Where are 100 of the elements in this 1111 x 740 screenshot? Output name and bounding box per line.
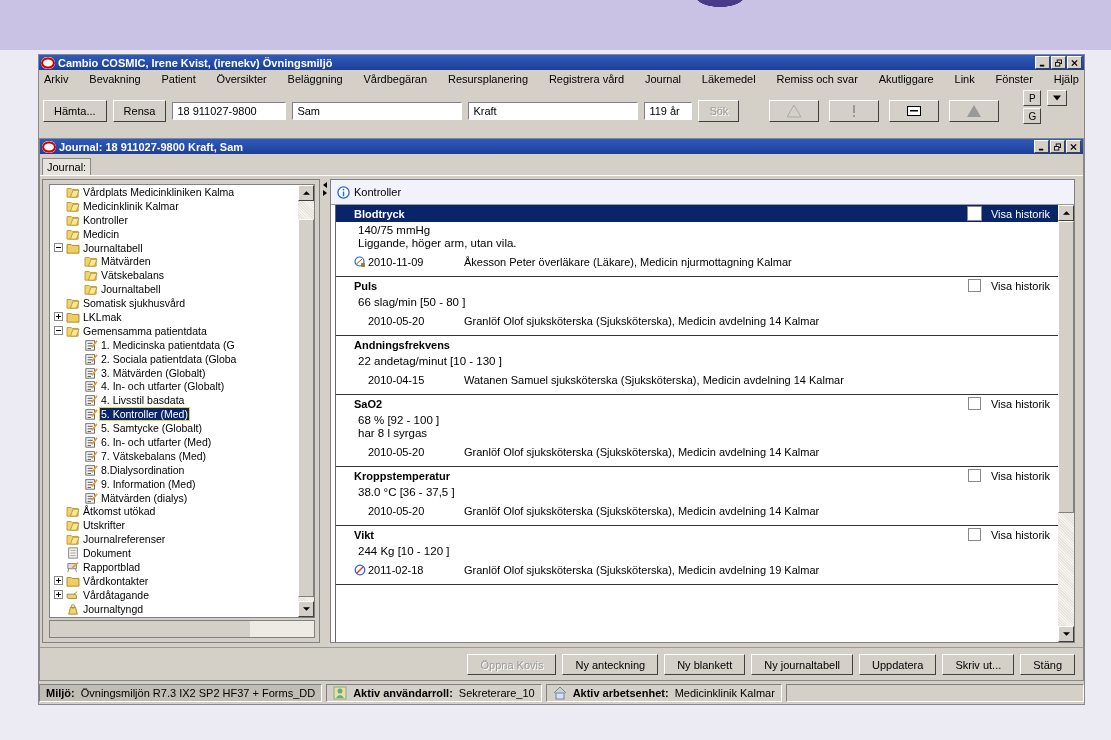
tree-item[interactable]: LKLmak: [82, 310, 123, 323]
tree-item[interactable]: 4. In- och utfarter (Globalt): [100, 380, 226, 393]
warning-icon: [786, 104, 803, 118]
last-name-field[interactable]: Kraft: [468, 102, 639, 120]
history-checkbox[interactable]: [967, 397, 981, 410]
tree-item[interactable]: 4. Livsstil basdata: [100, 394, 186, 407]
tree-item[interactable]: 9. Information (Med): [100, 477, 197, 490]
tree-item[interactable]: Journaltyngd: [82, 602, 145, 615]
tree-item[interactable]: 3. Mätvärden (Globalt): [100, 366, 207, 379]
menu-item[interactable]: Arkiv: [41, 73, 72, 85]
tree-item[interactable]: Mätvärden (dialys): [100, 491, 189, 504]
minimize-button[interactable]: [1035, 56, 1050, 69]
tree-item[interactable]: Utskrifter: [82, 519, 126, 532]
folder-icon: [66, 519, 80, 532]
age-field[interactable]: 119 år: [644, 102, 693, 120]
menu-item[interactable]: Översikter: [213, 73, 270, 85]
action-button[interactable]: Skriv ut...: [942, 654, 1015, 675]
tree-item[interactable]: Kontroller: [82, 213, 129, 226]
action-button[interactable]: Ny journaltabell: [751, 654, 854, 675]
menu-item[interactable]: Beläggning: [284, 73, 346, 85]
tree-item[interactable]: Medicin: [82, 227, 121, 240]
minimize-button[interactable]: [1034, 140, 1049, 153]
close-button[interactable]: [1066, 140, 1081, 153]
side-button[interactable]: P: [1023, 90, 1042, 106]
menu-item[interactable]: Resursplanering: [444, 73, 532, 85]
tree-item[interactable]: Somatisk sjukhusvård: [82, 297, 187, 310]
tree-item[interactable]: 7. Vätskebalans (Med): [100, 449, 208, 462]
tree-item[interactable]: Journaltabell: [100, 283, 162, 296]
action-button[interactable]: Ny blankett: [664, 654, 746, 675]
menu-item[interactable]: Journal: [641, 73, 684, 85]
dropdown-button[interactable]: [1047, 90, 1068, 106]
entry-name: Andningsfrekvens: [354, 338, 450, 351]
tree-item[interactable]: 5. Kontroller (Med): [100, 408, 189, 421]
journal-tab[interactable]: Journal:: [42, 158, 92, 175]
tree-item[interactable]: Rapportblad: [82, 561, 142, 573]
side-button[interactable]: G: [1023, 108, 1042, 124]
horizontal-scrollbar[interactable]: [49, 620, 315, 638]
scroll-down-icon[interactable]: [302, 607, 310, 611]
tree-item[interactable]: Journaltabell: [82, 241, 144, 254]
menu-item[interactable]: Patient: [158, 73, 199, 85]
tree-item[interactable]: 1. Medicinska patientdata (G: [100, 338, 236, 351]
menu-item[interactable]: Läkemedel: [698, 73, 759, 85]
tree-item[interactable]: 6. In- och utfarter (Med): [100, 435, 213, 448]
menu-item[interactable]: Link: [951, 73, 978, 85]
expand-icon[interactable]: [54, 312, 63, 322]
entry-header[interactable]: Blodtryck Visa historik: [336, 205, 1058, 222]
scrollbar[interactable]: [1058, 205, 1074, 642]
menu-item[interactable]: Fönster: [992, 73, 1036, 85]
alert-button[interactable]: [829, 100, 880, 122]
tree-item[interactable]: Dokument: [82, 547, 132, 560]
entry-header[interactable]: Puls Visa historik: [336, 277, 1058, 294]
history-checkbox[interactable]: [967, 279, 981, 292]
scrollbar[interactable]: [298, 185, 314, 617]
caution-button[interactable]: [949, 100, 1000, 122]
tree-item[interactable]: 8.Dialysordination: [100, 463, 186, 476]
tree-item[interactable]: 5. Samtycke (Globalt): [100, 422, 203, 435]
scroll-up-icon[interactable]: [1062, 211, 1070, 215]
entry-header[interactable]: Vikt Visa historik: [336, 526, 1058, 543]
clear-button[interactable]: Rensa: [112, 100, 167, 122]
entry-header[interactable]: Kroppstemperatur Visa historik: [336, 467, 1058, 484]
personal-number-field[interactable]: 18 911027-9800: [172, 102, 287, 120]
entry-header[interactable]: Andningsfrekvens: [336, 336, 1058, 353]
tree-item[interactable]: Åtkomst utökad: [82, 505, 157, 518]
tree-item[interactable]: Vårdåtagande: [82, 588, 150, 601]
splitter-arrows-icon[interactable]: [322, 181, 328, 197]
tree-item[interactable]: Gemensamma patientdata: [82, 324, 208, 337]
menu-item[interactable]: Vårdbegäran: [360, 73, 431, 85]
collapse-icon[interactable]: [54, 243, 63, 252]
scroll-up-icon[interactable]: [302, 191, 310, 195]
tree-item[interactable]: Vätskebalans: [100, 269, 166, 282]
restore-button[interactable]: [1051, 56, 1066, 69]
scroll-down-icon[interactable]: [1062, 632, 1070, 636]
status-label: Miljö:: [46, 687, 75, 699]
expand-icon[interactable]: [54, 576, 63, 586]
action-button[interactable]: Uppdatera: [859, 654, 937, 675]
form-icon: [84, 394, 98, 407]
tree-item[interactable]: 2. Sociala patientdata (Globa: [100, 352, 238, 365]
tree-item[interactable]: Vårdplats Medicinkliniken Kalma: [82, 185, 236, 198]
restore-button[interactable]: [1050, 140, 1065, 153]
menu-item[interactable]: Bevakning: [86, 73, 144, 85]
fetch-button[interactable]: Hämta...: [43, 100, 107, 122]
expand-icon[interactable]: [54, 590, 63, 600]
tree-item[interactable]: Mätvärden: [100, 255, 152, 268]
history-checkbox[interactable]: [967, 528, 981, 541]
warning-button[interactable]: [769, 100, 820, 122]
action-button[interactable]: Stäng: [1020, 654, 1075, 675]
history-checkbox[interactable]: [967, 469, 981, 482]
menu-item[interactable]: Akutliggare: [875, 73, 937, 85]
menu-item[interactable]: Remiss och svar: [773, 73, 861, 85]
menu-item[interactable]: Hjälp: [1050, 73, 1082, 85]
close-button[interactable]: [1067, 56, 1082, 69]
first-name-field[interactable]: Sam: [292, 102, 463, 120]
tree-item[interactable]: Medicinklinik Kalmar: [82, 199, 180, 212]
note-button[interactable]: [889, 100, 940, 122]
collapse-icon[interactable]: [54, 326, 63, 336]
tree-item[interactable]: Journalreferenser: [82, 533, 167, 546]
tree-item[interactable]: Vårdkontakter: [82, 574, 150, 587]
entry-header[interactable]: SaO2 Visa historik: [336, 395, 1058, 412]
action-button[interactable]: Ny anteckning: [562, 654, 659, 675]
menu-item[interactable]: Registrera vård: [545, 73, 628, 85]
